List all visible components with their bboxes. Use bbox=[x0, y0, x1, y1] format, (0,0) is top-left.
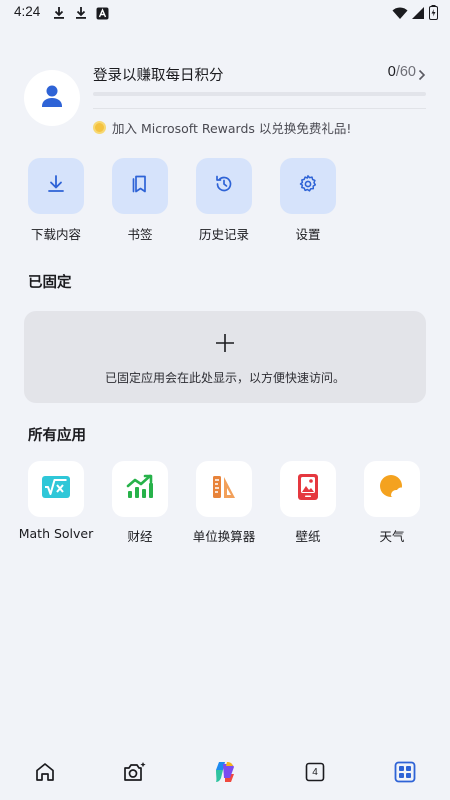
rewards-coin-icon bbox=[93, 121, 106, 134]
user-icon bbox=[41, 84, 63, 112]
profile-avatar-button[interactable] bbox=[24, 70, 80, 126]
history-icon bbox=[214, 174, 234, 198]
divider bbox=[93, 108, 426, 109]
battery-charging-icon bbox=[429, 5, 438, 24]
rewards-sign-in-title[interactable]: 登录以赚取每日积分 bbox=[93, 64, 224, 85]
pinned-section-title: 已固定 bbox=[28, 275, 72, 291]
download-icon bbox=[46, 174, 66, 198]
home-icon[interactable] bbox=[33, 760, 57, 784]
all-apps-section-title: 所有应用 bbox=[28, 428, 86, 444]
quick-action-label: 下载内容 bbox=[30, 227, 81, 242]
math-solver-tile[interactable] bbox=[28, 461, 84, 517]
app-label: 壁纸 bbox=[295, 529, 321, 544]
quick-action-label: 书签 bbox=[127, 227, 153, 242]
unit-converter-tile[interactable] bbox=[196, 461, 252, 517]
app-wallpaper[interactable]: 壁纸 bbox=[266, 461, 350, 545]
weather-icon bbox=[378, 473, 406, 505]
quick-action-downloads[interactable]: 下载内容 bbox=[14, 158, 98, 243]
pinned-apps-area[interactable]: 已固定应用会在此处显示，以方便快速访问。 bbox=[24, 311, 426, 403]
settings-gear-icon bbox=[298, 174, 318, 198]
bottom-navigation: 4 bbox=[0, 740, 450, 800]
chevron-right-icon[interactable] bbox=[418, 66, 426, 85]
settings-tile[interactable] bbox=[280, 158, 336, 214]
app-unit-converter[interactable]: 单位换算器 bbox=[182, 461, 266, 545]
app-finance[interactable]: 财经 bbox=[98, 461, 182, 545]
unit-converter-icon bbox=[210, 473, 238, 505]
status-time: 4:24 bbox=[14, 4, 41, 19]
rewards-points: 0 bbox=[387, 64, 396, 80]
download-notification-icon bbox=[74, 5, 88, 24]
tab-count: 4 bbox=[312, 766, 318, 778]
bookmarks-tile[interactable] bbox=[112, 158, 168, 214]
tabs-icon[interactable]: 4 bbox=[303, 760, 327, 784]
quick-action-history[interactable]: 历史记录 bbox=[182, 158, 266, 243]
app-label: 天气 bbox=[379, 529, 405, 544]
signal-icon bbox=[412, 5, 425, 24]
quick-action-bookmarks[interactable]: 书签 bbox=[98, 158, 182, 243]
app-label: Math Solver bbox=[18, 526, 94, 541]
rewards-progress-bar bbox=[93, 92, 426, 96]
finance-icon bbox=[126, 474, 154, 504]
quick-action-label: 设置 bbox=[295, 227, 321, 242]
wallpaper-icon bbox=[296, 473, 320, 505]
app-notification-icon bbox=[96, 5, 109, 24]
join-rewards-text: 加入 Microsoft Rewards 以兑换免费礼品! bbox=[112, 121, 352, 136]
app-math-solver[interactable]: Math Solver bbox=[14, 461, 98, 541]
finance-tile[interactable] bbox=[112, 461, 168, 517]
pinned-empty-text: 已固定应用会在此处显示，以方便快速访问。 bbox=[104, 371, 345, 385]
camera-search-icon[interactable] bbox=[123, 760, 147, 784]
app-weather[interactable]: 天气 bbox=[350, 461, 434, 545]
download-notification-icon bbox=[52, 5, 66, 24]
app-label: 单位换算器 bbox=[192, 529, 256, 544]
apps-grid-icon[interactable] bbox=[393, 760, 417, 784]
history-tile[interactable] bbox=[196, 158, 252, 214]
rewards-points-counter[interactable]: 0/60 bbox=[388, 64, 416, 80]
copilot-icon[interactable] bbox=[213, 760, 237, 784]
downloads-tile[interactable] bbox=[28, 158, 84, 214]
wifi-icon bbox=[392, 5, 408, 24]
weather-tile[interactable] bbox=[364, 461, 420, 517]
rewards-points-total: /60 bbox=[395, 64, 416, 80]
add-icon[interactable] bbox=[215, 333, 235, 357]
status-bar: 4:24 bbox=[0, 0, 450, 26]
quick-action-settings[interactable]: 设置 bbox=[266, 158, 350, 243]
bookmark-icon bbox=[130, 174, 150, 198]
app-label: 财经 bbox=[127, 529, 153, 544]
wallpaper-tile[interactable] bbox=[280, 461, 336, 517]
quick-action-label: 历史记录 bbox=[198, 227, 249, 242]
join-rewards-link[interactable]: 加入 Microsoft Rewards 以兑换免费礼品! bbox=[93, 118, 351, 137]
math-solver-icon bbox=[41, 475, 71, 503]
